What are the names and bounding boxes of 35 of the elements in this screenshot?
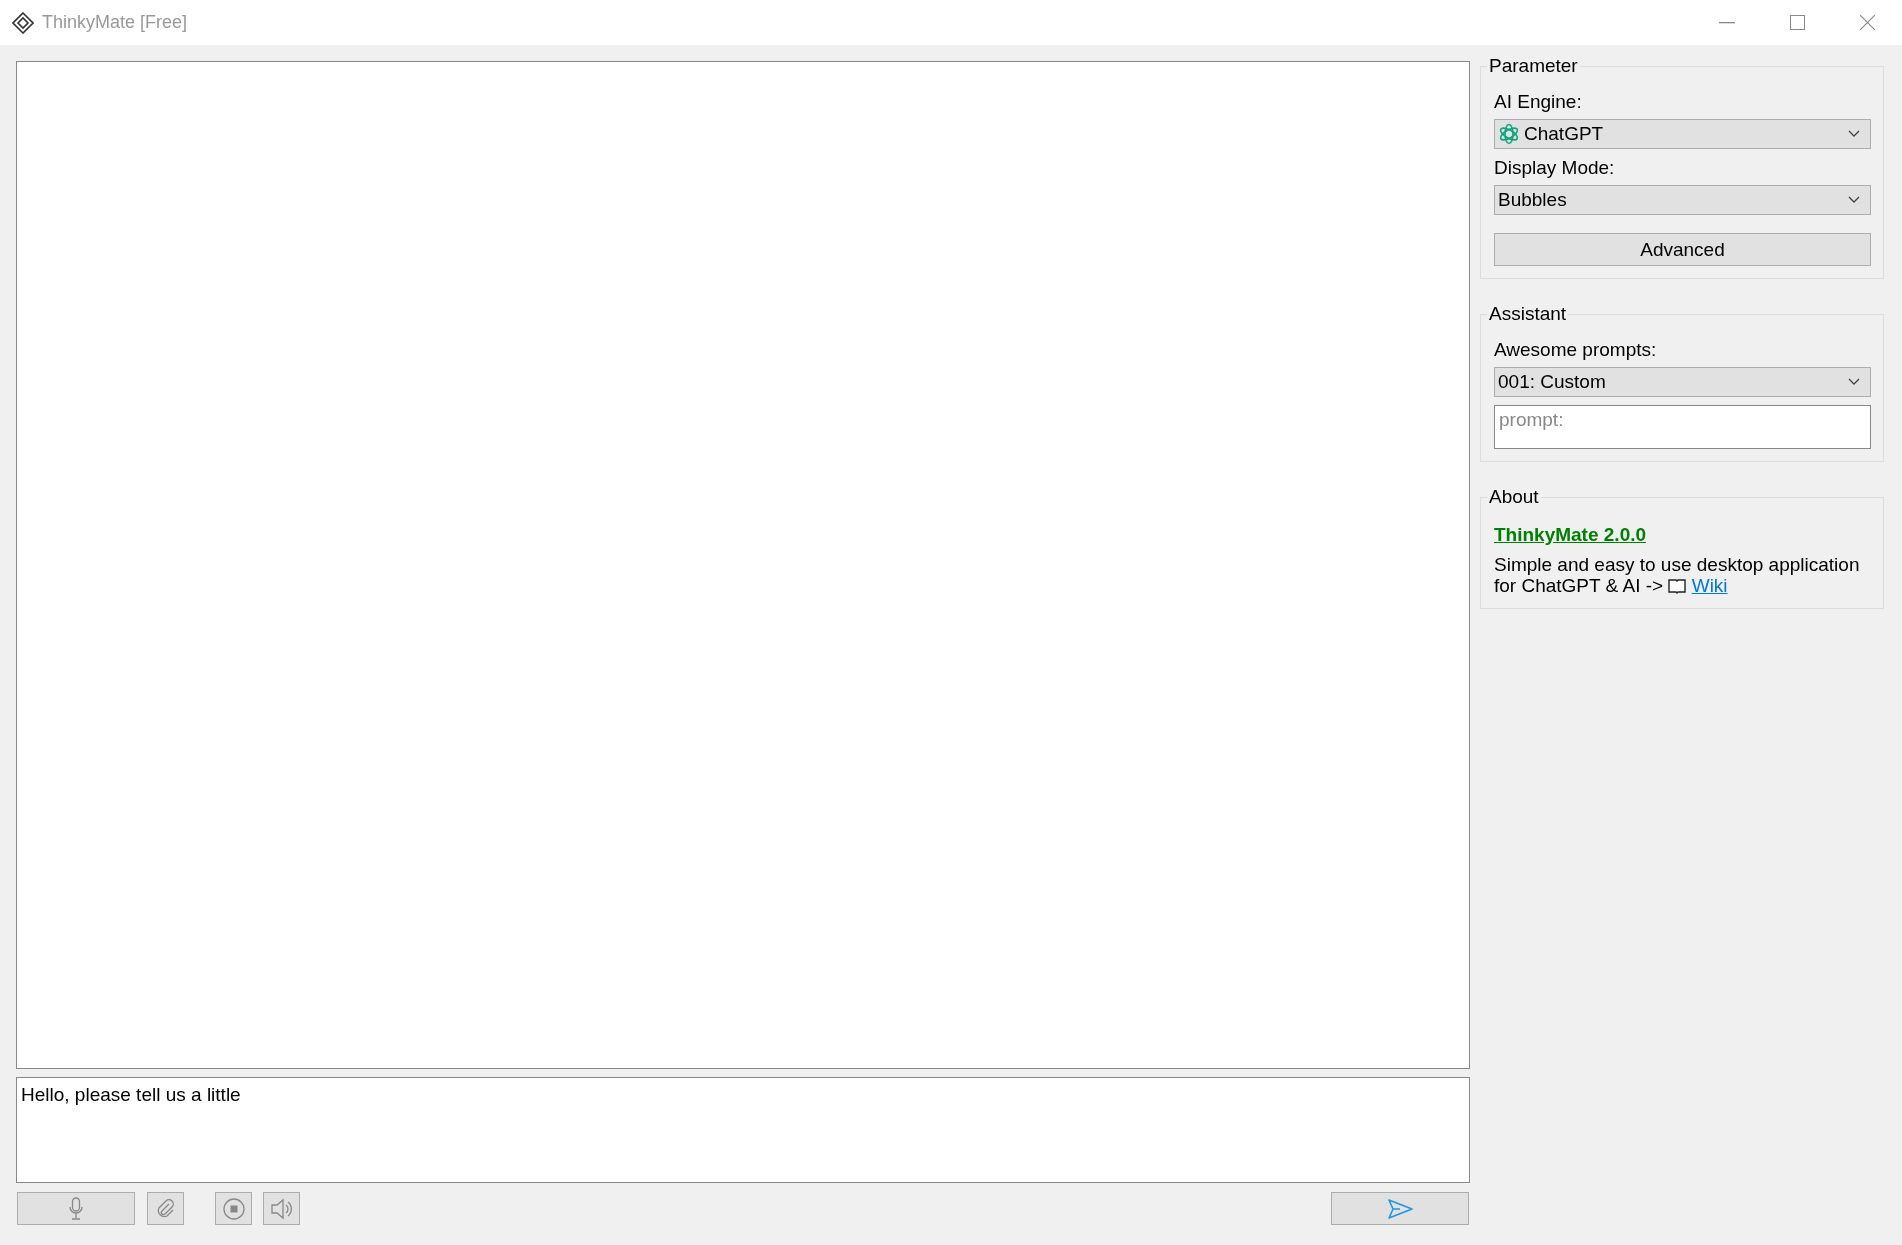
stop-icon bbox=[222, 1197, 245, 1220]
speaker-button[interactable] bbox=[263, 1192, 300, 1225]
dropdown[interactable]: ChatGPT bbox=[1494, 119, 1871, 149]
knot-logo-icon bbox=[1498, 123, 1520, 145]
chevron-down-icon bbox=[1848, 130, 1860, 138]
version-link[interactable]: ThinkyMate 2.0.0 bbox=[1494, 524, 1647, 546]
microphone-button[interactable] bbox=[17, 1192, 135, 1225]
stop-button[interactable] bbox=[215, 1192, 252, 1225]
window-title: ThinkyMate [Free] bbox=[42, 12, 188, 33]
advanced-button[interactable]: Advanced bbox=[1494, 233, 1871, 266]
close-icon[interactable] bbox=[1859, 15, 1875, 30]
app-description: Simple and easy to use desktop application for ChatGPT & AI -> Wiki bbox=[1494, 554, 1861, 596]
app-logo-icon bbox=[12, 11, 34, 34]
message-input[interactable]: Hello, please tell us a little bbox=[16, 1077, 1470, 1183]
maximize-icon[interactable] bbox=[1789, 15, 1805, 30]
send-button[interactable] bbox=[1331, 1192, 1469, 1225]
speaker-icon bbox=[269, 1197, 294, 1220]
attach-button[interactable] bbox=[147, 1192, 184, 1225]
chevron-down-icon bbox=[1848, 378, 1860, 386]
microphone-icon bbox=[69, 1196, 83, 1221]
send-icon bbox=[1387, 1198, 1413, 1219]
book-icon bbox=[1668, 579, 1687, 594]
wiki-link[interactable]: Wiki bbox=[1691, 575, 1728, 596]
field-label: Display Mode: bbox=[1494, 157, 1615, 179]
minimize-icon[interactable] bbox=[1719, 21, 1735, 24]
prompt-field[interactable]: prompt: bbox=[1494, 405, 1871, 449]
chevron-down-icon bbox=[1848, 196, 1860, 204]
dropdown[interactable]: 001: Custom bbox=[1494, 367, 1871, 397]
paperclip-icon bbox=[155, 1198, 176, 1219]
group-title: Assistant bbox=[1488, 303, 1568, 325]
field-label: Awesome prompts: bbox=[1494, 339, 1657, 361]
dropdown[interactable]: Bubbles bbox=[1494, 185, 1871, 215]
group-title: Parameter bbox=[1488, 55, 1579, 77]
field-label: AI Engine: bbox=[1494, 91, 1582, 113]
group-title: About bbox=[1488, 486, 1540, 508]
